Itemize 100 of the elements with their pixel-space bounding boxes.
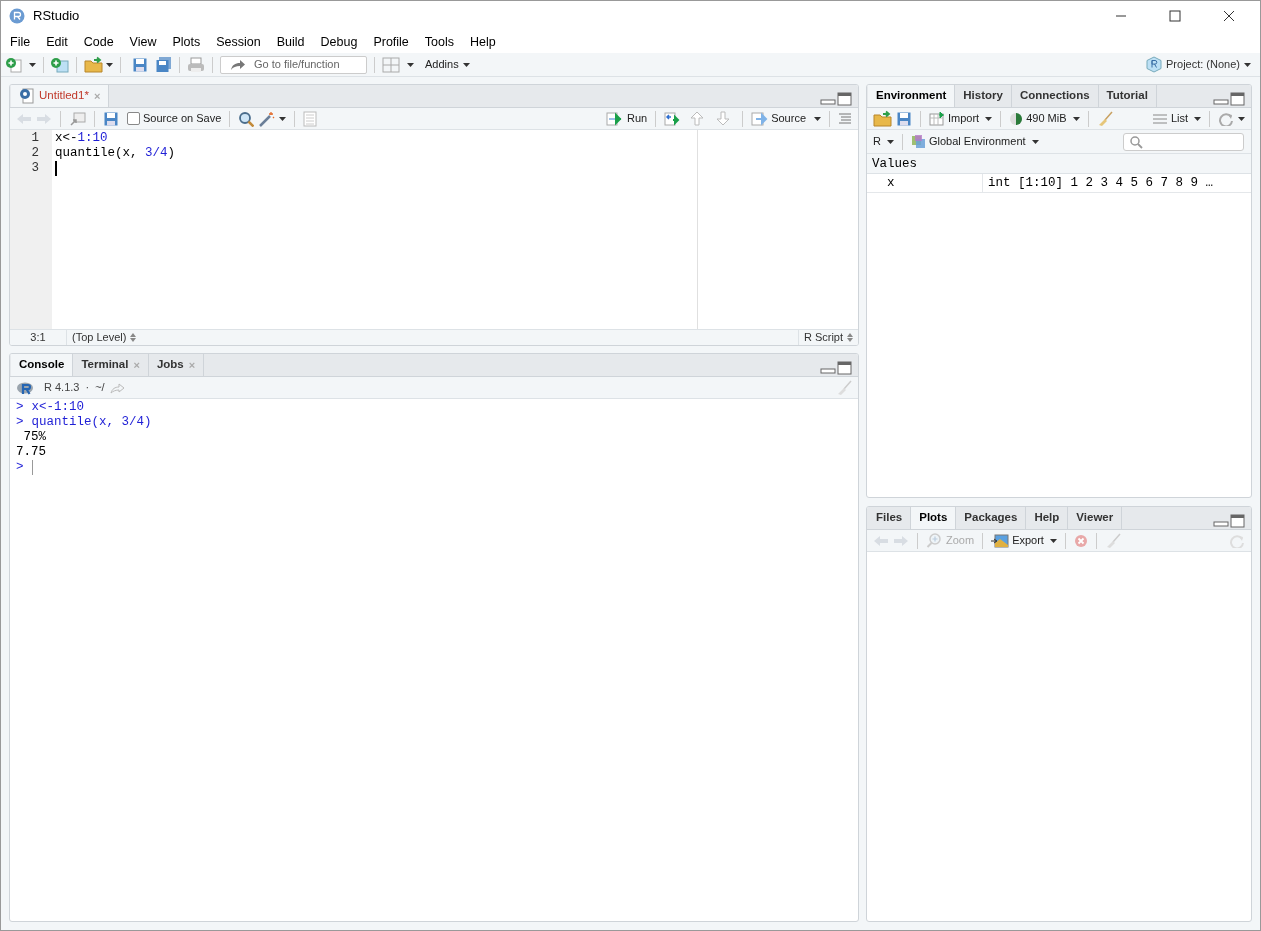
caret-icon[interactable] [29,62,36,67]
search-field[interactable] [1123,132,1244,151]
save-icon[interactable] [103,110,119,127]
updown-icon [130,333,137,342]
console-prompt: > [16,415,24,430]
environment-scope-menu[interactable]: Global Environment [910,133,1039,150]
menu-item[interactable]: Edit [38,32,76,52]
line-number: 3 [31,161,39,176]
go-to-file-field[interactable]: Go to file/function [220,55,367,74]
menu-item[interactable]: Profile [365,32,417,52]
menu-item[interactable]: View [121,32,165,52]
caret-icon[interactable] [1244,62,1251,67]
menu-item[interactable]: Tools [416,32,462,52]
pane-tab[interactable]: Untitled1* × [11,85,110,107]
export-image-icon [991,532,1010,549]
up-arrow-icon[interactable] [690,111,705,126]
remove-plot-icon[interactable] [1073,533,1088,548]
code-token: quantile(x, [55,146,139,161]
new-project-icon[interactable] [51,56,69,73]
save-icon[interactable] [132,56,148,73]
console-output[interactable]: > x<-1:10 > quantile(x, 3/4) 75% 7.75 > [10,399,858,921]
project-menu[interactable]: Project: (None) [1146,56,1251,73]
code-token: ) [167,146,176,161]
updown-icon [847,333,853,342]
variable-name: x [867,174,983,192]
memory-usage-menu[interactable]: 490 MiB [1009,110,1080,127]
run-button[interactable]: Run [605,110,648,127]
outline-icon[interactable] [838,112,852,125]
code-token: 3/4 [145,146,168,161]
caret-icon[interactable] [407,62,414,67]
list-icon [1151,111,1168,126]
menu-item[interactable]: Plots [164,32,209,52]
share-arrow-icon [229,57,246,72]
project-cube-icon [1146,56,1162,73]
console-command: x<-1:10 [31,400,85,415]
pane-tab[interactable]: Plots [911,507,957,529]
r-logo-icon [9,8,25,24]
console-result: 7.75 [16,445,46,460]
caret-icon[interactable] [814,116,821,121]
separator-dot: · [85,380,90,396]
section-header: Values [867,154,1251,174]
menu-item[interactable]: Help [462,32,504,52]
print-icon[interactable] [187,56,205,73]
save-all-icon[interactable] [155,56,172,73]
console-prompt: > [16,460,24,475]
export-menu[interactable]: Export [991,532,1057,549]
import-dataset-menu[interactable]: Import [929,110,993,127]
caret-icon[interactable] [1031,139,1039,144]
code-token: x<- [55,131,78,146]
save-icon[interactable] [896,110,912,127]
environment-icon [910,134,926,149]
text-cursor [31,460,33,475]
magic-wand-icon[interactable] [258,110,276,127]
scope-menu[interactable]: (Top Level) [67,329,142,345]
caret-icon[interactable] [1049,538,1057,543]
caret-icon[interactable] [106,62,113,67]
window-title: RStudio [33,7,80,26]
language-menu[interactable]: R [873,133,894,150]
search-icon [1129,134,1143,149]
caret-icon[interactable] [1238,116,1245,121]
menu-item[interactable]: File [2,32,39,52]
caret-icon[interactable] [985,116,993,121]
line-number: 2 [31,146,39,161]
source-on-save-checkbox[interactable]: Source on Save [127,110,222,127]
maximize-pane-icon[interactable] [1230,514,1245,528]
cursor-position: 3:1 [10,329,67,345]
pie-chart-icon [1009,111,1024,126]
r-version: R 4.1.3 [44,380,80,396]
grid-layout-icon[interactable] [382,56,400,73]
pane-tab[interactable]: Environment [868,85,956,107]
open-folder-icon[interactable] [873,110,892,127]
maximize-pane-icon[interactable] [837,92,852,106]
maximize-pane-icon[interactable] [837,361,852,375]
caret-icon[interactable] [1194,116,1201,121]
caret-icon[interactable] [886,139,894,144]
menu-item[interactable]: Debug [312,32,366,52]
show-in-window-icon[interactable] [69,110,86,127]
source-button[interactable]: Source [751,110,806,127]
go-to-directory-icon[interactable] [108,380,125,395]
caret-icon[interactable] [1072,116,1080,121]
text-cursor [55,161,57,176]
maximize-pane-icon[interactable] [1230,92,1245,106]
search-icon[interactable] [238,110,255,127]
view-mode-menu[interactable]: List [1151,110,1201,127]
down-arrow-icon[interactable] [716,111,731,126]
menu-item[interactable]: Build [268,32,313,52]
console-result: 75% [22,430,46,445]
addins-menu[interactable]: Addins [425,56,470,73]
console-prompt: > [16,400,24,415]
menu-item[interactable]: Code [75,32,122,52]
file-type-menu[interactable]: R Script [797,329,858,345]
menu-item[interactable]: Session [208,32,269,52]
r-document-icon [19,88,34,104]
new-file-icon[interactable] [6,56,22,73]
caret-icon[interactable] [462,62,470,67]
caret-icon[interactable] [279,116,287,121]
console-command: quantile(x, 3/4) [31,415,152,430]
pane-tab[interactable]: Console [11,354,74,376]
working-directory[interactable]: ~/ [95,379,105,396]
r-logo-icon [16,380,34,395]
